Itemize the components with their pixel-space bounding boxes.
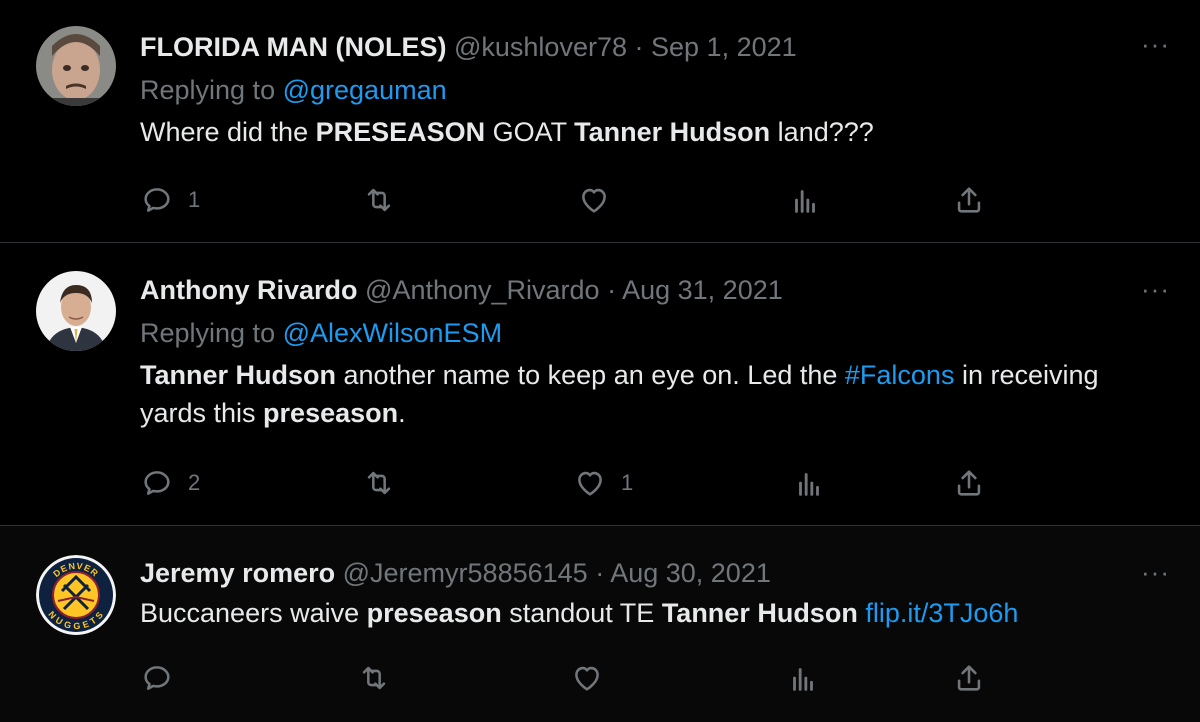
text-bold: Tanner Hudson	[661, 598, 858, 628]
tweet-header: Anthony Rivardo @Anthony_Rivardo · Aug 3…	[140, 273, 1170, 307]
text-bold: preseason	[263, 398, 399, 428]
reply-button[interactable]: 2	[140, 465, 200, 501]
separator: ·	[595, 558, 605, 588]
like-button[interactable]	[577, 182, 625, 218]
views-button[interactable]	[792, 465, 826, 501]
replying-to: Replying to @AlexWilsonESM	[140, 316, 1170, 350]
tweet-header: FLORIDA MAN (NOLES) @kushlover78 · Sep 1…	[140, 30, 1170, 64]
retweet-button[interactable]	[362, 182, 410, 218]
share-icon	[957, 470, 981, 496]
text-bold: Tanner Hudson	[574, 117, 771, 147]
tweet-text: Tanner Hudson another name to keep an ey…	[140, 356, 1170, 432]
share-button[interactable]	[952, 182, 986, 218]
user-handle[interactable]: @Jeremyr58856145	[343, 558, 588, 588]
separator: ·	[607, 275, 617, 305]
analytics-icon	[795, 190, 815, 213]
tweet[interactable]: FLORIDA MAN (NOLES) @kushlover78 · Sep 1…	[0, 0, 1200, 242]
reply-icon	[144, 666, 170, 690]
reply-button[interactable]	[140, 660, 188, 696]
reply-count: 2	[188, 470, 201, 495]
tweet-header: Jeremy romero @Jeremyr58856145 · Aug 30,…	[140, 556, 1170, 590]
tweet-date[interactable]: Sep 1, 2021	[651, 32, 797, 62]
display-name[interactable]: FLORIDA MAN (NOLES)	[140, 32, 446, 62]
text-bold: Tanner Hudson	[140, 360, 337, 390]
user-handle[interactable]: @kushlover78	[454, 32, 627, 62]
heart-icon	[575, 666, 599, 691]
avatar[interactable]	[36, 26, 116, 106]
display-name[interactable]: Anthony Rivardo	[140, 275, 358, 305]
text-bold: preseason	[366, 598, 502, 628]
more-options-button[interactable]: ···	[1141, 276, 1170, 302]
action-bar: 2 1	[140, 465, 1000, 501]
share-button[interactable]	[952, 660, 986, 696]
tweet-date[interactable]: Aug 31, 2021	[622, 275, 783, 305]
more-options-button[interactable]: ···	[1141, 31, 1170, 57]
reply-icon	[144, 188, 170, 212]
like-button[interactable]: 1	[573, 465, 633, 501]
text-segment: Buccaneers waive	[140, 598, 367, 628]
views-button[interactable]	[786, 660, 820, 696]
user-handle[interactable]: @Anthony_Rivardo	[365, 275, 600, 305]
text-segment: another name to keep an eye on. Led the	[336, 360, 845, 390]
text-bold: PRESEASON	[315, 117, 486, 147]
replying-to-link[interactable]: @AlexWilsonESM	[283, 318, 502, 348]
analytics-icon	[799, 473, 819, 496]
text-segment: .	[398, 398, 406, 428]
retweet-icon	[367, 471, 391, 495]
tweet[interactable]: Anthony Rivardo @Anthony_Rivardo · Aug 3…	[0, 242, 1200, 525]
retweet-button[interactable]	[357, 660, 405, 696]
tweet-date[interactable]: Aug 30, 2021	[610, 558, 771, 588]
text-segment: Where did the	[140, 117, 316, 147]
retweet-icon	[362, 666, 386, 690]
text-segment: land???	[770, 117, 874, 147]
text-segment: GOAT	[485, 117, 575, 147]
share-icon	[957, 665, 981, 691]
tweet-text: Buccaneers waive preseason standout TE T…	[140, 594, 1170, 632]
tweet[interactable]: DENVER NUGGETS Jeremy romero @Jeremyr588…	[0, 525, 1200, 722]
tweet-body: Jeremy romero @Jeremyr58856145 · Aug 30,…	[140, 556, 1170, 632]
action-bar: 1	[140, 182, 1000, 218]
share-button[interactable]	[952, 465, 986, 501]
replying-to: Replying to @gregauman	[140, 73, 1170, 107]
avatar[interactable]	[36, 271, 116, 351]
views-button[interactable]	[788, 182, 822, 218]
analytics-icon	[793, 668, 813, 691]
reply-icon	[144, 471, 170, 495]
hashtag-link[interactable]: #Falcons	[845, 360, 955, 390]
like-count: 1	[621, 470, 634, 495]
reply-count: 1	[188, 187, 201, 212]
like-button[interactable]	[570, 660, 618, 696]
text-segment: standout TE	[501, 598, 662, 628]
share-icon	[957, 187, 981, 213]
tweet-body: Anthony Rivardo @Anthony_Rivardo · Aug 3…	[140, 273, 1170, 432]
heart-icon	[582, 188, 606, 213]
external-link[interactable]: flip.it/3TJo6h	[865, 598, 1018, 628]
separator: ·	[634, 32, 644, 62]
retweet-icon	[367, 188, 391, 212]
tweet-body: FLORIDA MAN (NOLES) @kushlover78 · Sep 1…	[140, 30, 1170, 151]
replying-prefix: Replying to	[140, 318, 276, 348]
more-options-button[interactable]: ···	[1141, 559, 1170, 585]
tweet-text: Where did the PRESEASON GOAT Tanner Huds…	[140, 113, 1170, 151]
action-bar	[140, 660, 1000, 696]
avatar[interactable]: DENVER NUGGETS	[36, 555, 116, 635]
heart-icon	[578, 471, 602, 496]
reply-button[interactable]: 1	[140, 182, 200, 218]
display-name[interactable]: Jeremy romero	[140, 558, 335, 588]
replying-prefix: Replying to	[140, 75, 276, 105]
replying-to-link[interactable]: @gregauman	[283, 75, 447, 105]
retweet-button[interactable]	[362, 465, 410, 501]
